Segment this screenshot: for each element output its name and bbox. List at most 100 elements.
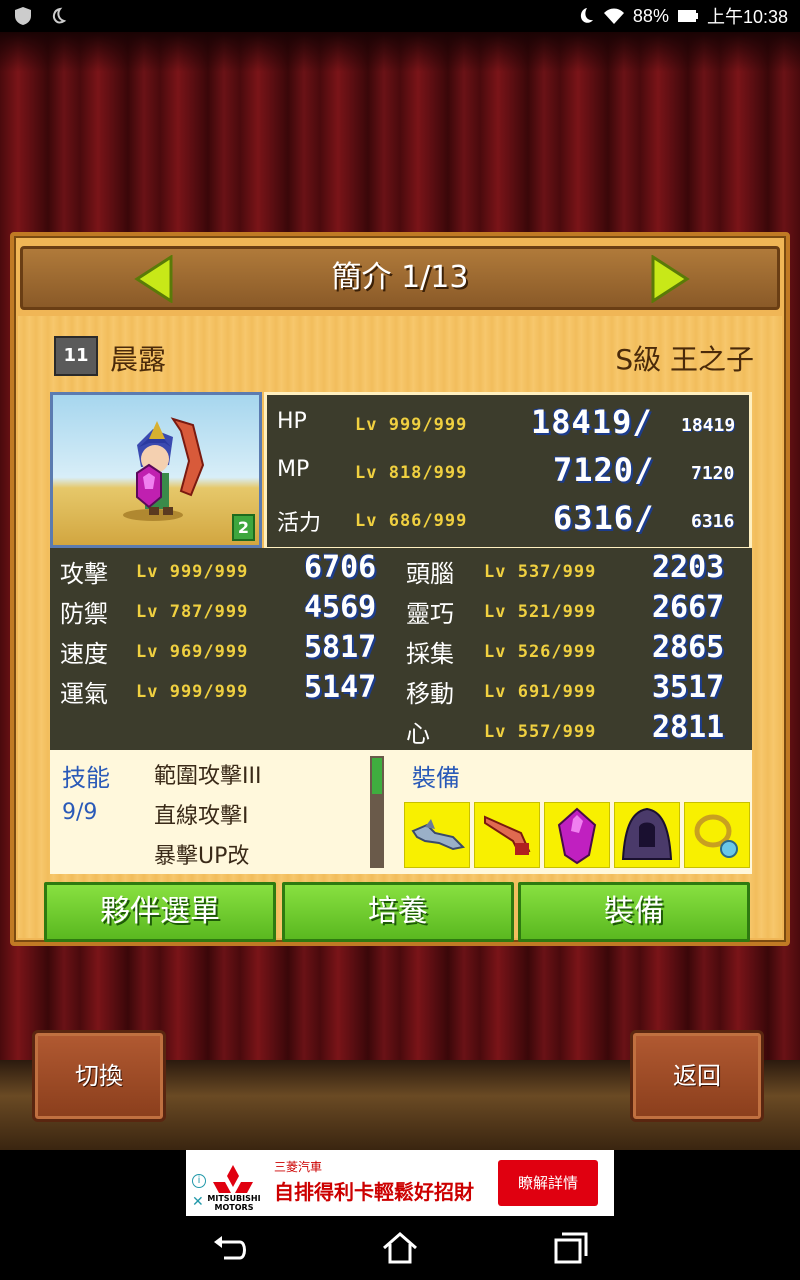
feather-blade-icon (484, 815, 531, 855)
attr-label: 移動 (406, 680, 454, 708)
attr-level: Lv 526/999 (484, 642, 597, 662)
portrait-level-badge: 2 (231, 514, 255, 541)
attr-value: 5147 (304, 670, 377, 705)
equipment-title: 裝備 (412, 764, 460, 792)
vital-label: MP (277, 457, 310, 482)
attr-level: Lv 537/999 (484, 562, 597, 582)
arrow-left-icon (134, 254, 173, 304)
vital-label: 活力 (277, 511, 322, 536)
attr-level: Lv 999/999 (136, 562, 249, 582)
recents-icon (554, 1232, 588, 1264)
header-bar: 簡介 1/13 (20, 246, 780, 310)
vital-current: 18419/ (531, 403, 653, 441)
attr-value: 2203 (652, 550, 725, 585)
dark-hood-icon (621, 807, 673, 860)
equip-slot-2[interactable] (474, 802, 540, 868)
vital-current: 6316/ (553, 499, 655, 537)
character-header: 11 晨露 S級 王之子 (54, 336, 754, 380)
character-portrait: 2 (50, 392, 262, 548)
curtain-shadow (0, 32, 800, 72)
skills-equipment-box: 技能 9/9 範圍攻擊III 直線攻擊I 暴擊UP改 裝備 (50, 750, 752, 874)
attr-label: 心 (406, 720, 430, 748)
equip-slot-5[interactable] (684, 802, 750, 868)
vital-row-hp: HP Lv 999/999 18419/ 18419 (267, 401, 749, 447)
character-name: 晨露 (110, 343, 167, 376)
vital-max: 18419 (681, 415, 736, 436)
vitals-box: HP Lv 999/999 18419/ 18419 MP Lv 818/999… (264, 392, 752, 550)
nav-back-button[interactable] (210, 1228, 250, 1268)
attr-level: Lv 691/999 (484, 682, 597, 702)
attr-label: 運氣 (60, 680, 108, 708)
battery-percent: 88% (632, 5, 669, 26)
attr-value: 5817 (304, 630, 377, 665)
skills-count: 9/9 (62, 800, 98, 825)
vital-label: HP (277, 409, 307, 434)
party-menu-button[interactable]: 夥伴選單 (44, 882, 276, 942)
ring-icon (694, 814, 738, 858)
rank-badge: 11 (54, 336, 98, 376)
vital-level: Lv 818/999 (355, 463, 468, 483)
attr-level: Lv 969/999 (136, 642, 249, 662)
equip-slot-4[interactable] (614, 802, 680, 868)
character-class: S級 王之子 (615, 343, 754, 376)
character-sprite-icon (123, 417, 205, 521)
attr-level: Lv 521/999 (484, 602, 597, 622)
next-arrow-button[interactable] (649, 254, 691, 304)
attr-value: 2811 (652, 710, 725, 745)
attr-value: 4569 (304, 590, 377, 625)
ad-info-icon[interactable]: i (192, 1174, 206, 1188)
vital-current: 7120/ (553, 451, 655, 489)
wifi-icon (603, 5, 625, 27)
home-icon (383, 1232, 417, 1264)
ad-area: i ✕ MITSUBISHI MOTORS 三菱汽車 自排得利卡輕鬆好招財 瞭解… (0, 1150, 800, 1216)
clock: 上午10:38 (706, 7, 788, 27)
attr-level: Lv 557/999 (484, 722, 597, 742)
attr-value: 2865 (652, 630, 725, 665)
attr-label: 頭腦 (406, 560, 454, 588)
prev-arrow-button[interactable] (133, 254, 175, 304)
equip-button[interactable]: 裝備 (518, 882, 750, 942)
attr-value: 6706 (304, 550, 377, 585)
skill-item[interactable]: 範圍攻擊III (154, 758, 261, 790)
status-bar: 88% 上午10:38 (0, 0, 800, 32)
vital-level: Lv 686/999 (355, 511, 468, 531)
sleep-icon (50, 5, 72, 27)
attr-label: 攻擊 (60, 560, 108, 588)
vital-row-stamina: 活力 Lv 686/999 6316/ 6316 (267, 497, 749, 543)
ad-banner[interactable]: i ✕ MITSUBISHI MOTORS 三菱汽車 自排得利卡輕鬆好招財 瞭解… (186, 1150, 614, 1216)
vital-level: Lv 999/999 (355, 415, 468, 435)
ad-brand: 三菱汽車 (274, 1160, 323, 1174)
attr-value: 3517 (652, 670, 725, 705)
attr-label: 速度 (60, 640, 108, 668)
attr-label: 靈巧 (406, 600, 454, 628)
vital-max: 7120 (691, 463, 735, 484)
arrow-right-icon (651, 254, 690, 304)
profile-panel: 簡介 1/13 11 晨露 S級 王之子 2 HP Lv 999/999 184… (10, 232, 790, 946)
vital-row-mp: MP Lv 818/999 7120/ 7120 (267, 449, 749, 495)
switch-button[interactable]: 切換 (32, 1030, 166, 1122)
attr-value: 2667 (652, 590, 725, 625)
nav-home-button[interactable] (380, 1228, 420, 1268)
scrollbar-thumb[interactable] (370, 756, 384, 796)
attr-label: 採集 (406, 640, 454, 668)
attr-level: Lv 999/999 (136, 682, 249, 702)
vital-max: 6316 (691, 511, 735, 532)
shield-icon (12, 5, 34, 27)
skills-scrollbar[interactable] (370, 756, 384, 868)
battery-icon (677, 5, 699, 27)
back-arrow-icon (214, 1236, 246, 1260)
skill-item[interactable]: 直線攻擊I (154, 798, 249, 830)
nav-recents-button[interactable] (550, 1228, 590, 1268)
equip-slot-3[interactable] (544, 802, 610, 868)
system-nav-bar (0, 1216, 800, 1280)
moon-icon (573, 5, 595, 27)
skill-item[interactable]: 暴擊UP改 (154, 838, 249, 870)
back-button[interactable]: 返回 (630, 1030, 764, 1122)
ad-headline: 自排得利卡輕鬆好招財 (274, 1180, 474, 1204)
skills-title: 技能 (62, 764, 110, 792)
equip-slot-1[interactable] (404, 802, 470, 868)
attr-label: 防禦 (60, 600, 108, 628)
purple-gem-icon (557, 807, 597, 865)
ad-cta-button[interactable]: 瞭解詳情 (498, 1160, 598, 1206)
train-button[interactable]: 培養 (282, 882, 514, 942)
